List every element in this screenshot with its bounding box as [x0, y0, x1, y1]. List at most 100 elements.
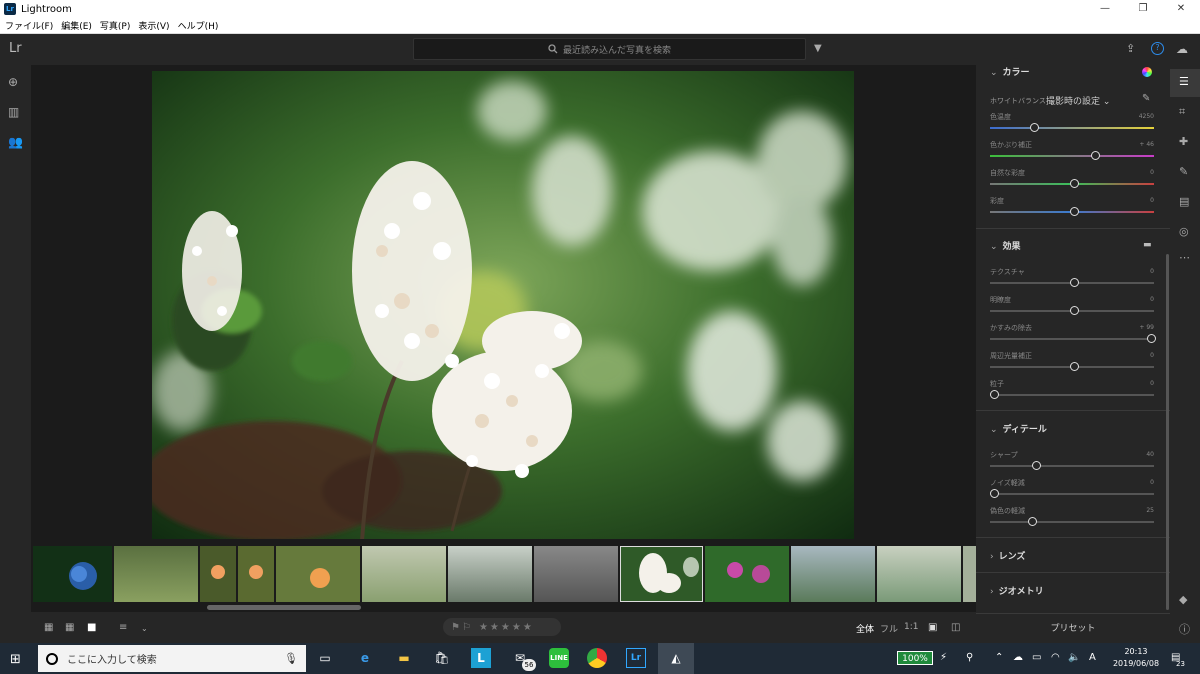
minimize-button[interactable]: — [1086, 0, 1124, 18]
slider-track[interactable] [990, 155, 1154, 157]
slider-value[interactable]: 0 [1150, 352, 1154, 359]
slider-value[interactable]: 0 [1150, 479, 1154, 486]
thumbnail[interactable] [114, 546, 198, 602]
slider-value[interactable]: + 99 [1139, 324, 1154, 331]
share-icon[interactable]: ⇪ [1126, 42, 1135, 55]
pick-flag-icon[interactable]: ⚑ [451, 622, 460, 633]
geometry-section-header[interactable]: › ジオメトリ [990, 584, 1044, 597]
taskbar-search[interactable]: ここに入力して検索 🎙 [38, 645, 306, 672]
white-balance-dropdown[interactable]: 撮影時の設定 ⌄ [1046, 94, 1110, 107]
microphone-icon[interactable]: 🎙 [284, 652, 298, 665]
thumbnail[interactable] [362, 546, 446, 602]
slider-track[interactable] [990, 127, 1154, 129]
slider-knob[interactable] [1028, 517, 1038, 526]
presets-button[interactable]: プリセット [976, 613, 1170, 643]
close-button[interactable]: ✕ [1162, 0, 1200, 18]
star-1[interactable]: ★ [479, 622, 488, 633]
help-icon[interactable]: ? [1151, 42, 1164, 55]
slider-value[interactable]: 4250 [1139, 113, 1154, 120]
thumbnail[interactable] [963, 546, 976, 602]
zoom-fit[interactable]: 全体 [856, 622, 874, 635]
lens-section-header[interactable]: › レンズ [990, 549, 1025, 562]
healing-brush-icon[interactable]: ✚ [1179, 135, 1188, 148]
store-icon[interactable]: 🛍 [432, 648, 452, 668]
search-input[interactable]: 最近読み込んだ写真を検索 [413, 38, 806, 60]
thumbnail[interactable] [534, 546, 618, 602]
zoom-1to1[interactable]: 1:1 [904, 622, 918, 632]
star-2[interactable]: ★ [490, 622, 499, 633]
crop-icon[interactable]: ⌗ [1179, 105, 1185, 119]
slider-knob[interactable] [990, 390, 999, 399]
menu-file[interactable]: ファイル(F) [5, 19, 53, 32]
lightroom-taskbar-icon[interactable]: Lr [626, 648, 646, 668]
thumbnail[interactable] [705, 546, 789, 602]
filmstrip-scrollbar[interactable] [207, 605, 361, 610]
thumbnail[interactable] [791, 546, 875, 602]
filter-icon[interactable]: ▼ [814, 43, 822, 54]
clock[interactable]: 20:13 2019/06/08 [1106, 646, 1166, 670]
slider-value[interactable]: + 46 [1139, 141, 1154, 148]
slider-knob[interactable] [1070, 207, 1079, 216]
slider-knob[interactable] [1070, 362, 1079, 371]
sort-chevron-icon[interactable]: ⌄ [141, 624, 148, 633]
edit-sliders-icon[interactable]: ☰ [1179, 75, 1189, 88]
main-photo[interactable] [152, 71, 854, 539]
zoom-fill[interactable]: フル [880, 622, 898, 635]
edge-icon[interactable]: e [355, 648, 375, 668]
detail-view-icon[interactable]: ■ [87, 622, 96, 633]
file-explorer-icon[interactable]: ▬ [394, 648, 414, 668]
detail-section-header[interactable]: ⌄ ディテール [990, 422, 1047, 435]
slider-track[interactable] [990, 493, 1154, 495]
color-mixer-icon[interactable] [1142, 67, 1152, 77]
slider-value[interactable]: 25 [1146, 507, 1154, 514]
thumbnail[interactable] [276, 546, 360, 602]
l-app-icon[interactable]: L [471, 648, 491, 668]
panel-scrollbar[interactable] [1166, 254, 1169, 610]
volume-icon[interactable]: 🔈 [1068, 652, 1080, 663]
linear-gradient-icon[interactable]: ▤ [1179, 195, 1189, 208]
thumbnail[interactable] [877, 546, 961, 602]
thumbnail-selected[interactable] [620, 546, 703, 602]
slider-knob[interactable] [1030, 123, 1039, 132]
slider-knob[interactable] [1070, 179, 1079, 188]
chevron-up-icon[interactable]: ⌃ [995, 652, 1003, 663]
slider-value[interactable]: 0 [1150, 197, 1154, 204]
star-4[interactable]: ★ [512, 622, 521, 633]
restore-button[interactable]: ❐ [1124, 0, 1162, 18]
brush-icon[interactable]: ✎ [1179, 165, 1188, 178]
eyedropper-icon[interactable]: ✎ [1142, 93, 1150, 104]
battery-indicator[interactable]: 100% [897, 651, 933, 665]
slider-value[interactable]: 0 [1150, 296, 1154, 303]
before-after-icon[interactable]: ▣ [928, 622, 937, 633]
power-plug-icon[interactable]: ⚡ [940, 652, 947, 663]
slider-knob[interactable] [1070, 278, 1079, 287]
slider-value[interactable]: 0 [1150, 380, 1154, 387]
slider-knob[interactable] [1146, 334, 1156, 343]
library-icon[interactable]: ▥ [8, 105, 19, 119]
square-grid-icon[interactable]: ▦ [44, 622, 53, 633]
slider-knob[interactable] [1090, 151, 1100, 160]
people-icon[interactable]: 👥 [8, 135, 23, 149]
slider-track[interactable] [990, 465, 1154, 467]
menu-edit[interactable]: 編集(E) [61, 19, 92, 32]
color-section-header[interactable]: ⌄ カラー [990, 65, 1030, 78]
star-5[interactable]: ★ [523, 622, 532, 633]
radial-gradient-icon[interactable]: ◎ [1179, 225, 1189, 238]
effects-toggle-icon[interactable]: ▬ [1143, 240, 1152, 250]
add-photos-icon[interactable]: ⊕ [8, 75, 18, 89]
wifi-icon[interactable]: ◠ [1051, 652, 1060, 663]
slider-value[interactable]: 0 [1150, 169, 1154, 176]
photo-grid-icon[interactable]: ▦ [65, 622, 74, 633]
thumbnail[interactable] [33, 546, 112, 602]
slider-track[interactable] [990, 338, 1154, 340]
sort-icon[interactable]: ≡ [119, 622, 127, 633]
ime-indicator[interactable]: A [1089, 652, 1096, 663]
onedrive-icon[interactable]: ☁ [1013, 652, 1023, 663]
menu-help[interactable]: ヘルプ(H) [178, 19, 219, 32]
cloud-icon[interactable]: ☁ [1176, 42, 1188, 56]
slider-value[interactable]: 40 [1146, 451, 1154, 458]
compare-icon[interactable]: ◫ [951, 622, 960, 633]
more-icon[interactable]: ⋯ [1179, 251, 1190, 264]
slider-value[interactable]: 0 [1150, 268, 1154, 275]
star-3[interactable]: ★ [501, 622, 510, 633]
